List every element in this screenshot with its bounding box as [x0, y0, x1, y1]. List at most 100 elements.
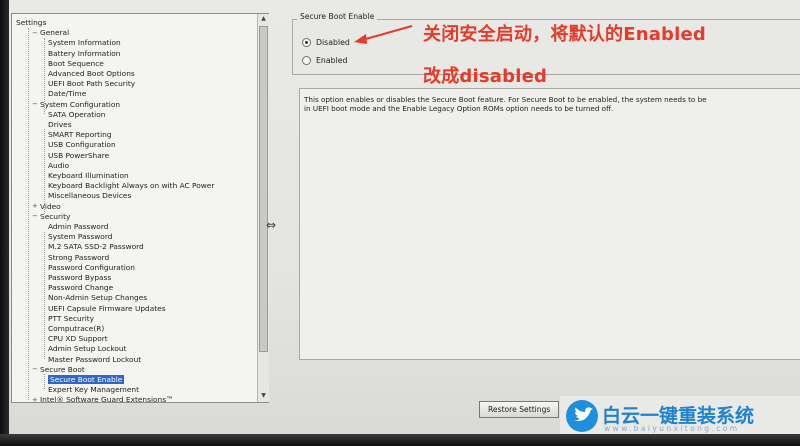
tree-item-label: Keyboard Illumination [48, 171, 129, 180]
tree-item[interactable]: Keyboard Backlight Always on with AC Pow… [48, 181, 214, 191]
scroll-thumb[interactable] [259, 26, 268, 352]
tree-item-label: Keyboard Backlight Always on with AC Pow… [48, 181, 215, 191]
radio-selected-icon[interactable] [302, 37, 311, 47]
tree-item[interactable]: USB PowerShare [48, 151, 109, 161]
annotation-line-1: 关闭安全启动，将默认的Enabled [423, 24, 707, 45]
tree-item[interactable]: Admin Password [48, 222, 108, 232]
tree-item-label: Admin Password [48, 222, 109, 231]
tree-item[interactable]: Password Change [48, 283, 113, 293]
tree-item-label: M.2 SATA SSD-2 Password [48, 242, 144, 252]
tree-item[interactable]: Secure Boot Enable [48, 375, 125, 385]
radio-option-enabled[interactable]: Enabled [302, 54, 348, 66]
description-line: in UEFI boot mode and the Enable Legacy … [304, 104, 614, 113]
tree-item[interactable]: System Configuration [40, 100, 120, 110]
collapse-icon[interactable]: − [32, 99, 38, 109]
watermark-url: www.baiyunxitong.com [604, 424, 740, 433]
tree-item-label: Intel® Software Guard Extensions™ [40, 395, 174, 402]
tree-item[interactable]: Date/Time [48, 89, 86, 99]
collapse-icon[interactable]: − [32, 211, 38, 221]
tree-item[interactable]: Settings [16, 18, 46, 28]
tree-item-label: Strong Password [48, 252, 110, 262]
expand-icon[interactable]: + [32, 395, 38, 402]
tree-item[interactable]: Password Configuration [48, 263, 135, 273]
tree-item[interactable]: Secure Boot [40, 365, 85, 375]
radio-option-disabled[interactable]: Disabled [302, 36, 350, 48]
tree-item-label: Settings [16, 18, 47, 27]
radio-option-label: Enabled [316, 55, 348, 65]
monitor-bezel-bottom [0, 434, 800, 446]
tree-connector-line [44, 232, 45, 359]
scroll-down-arrow-icon[interactable]: ▼ [258, 391, 269, 401]
tree-item-label: USB PowerShare [48, 150, 110, 160]
tree-item-label: Secure Boot Enable [48, 375, 125, 384]
tree-item-label: UEFI Capsule Firmware Updates [48, 303, 166, 313]
tree-item[interactable]: SATA Operation [48, 110, 105, 120]
tree-item-label: Computrace(R) [48, 324, 105, 333]
tree-item[interactable]: System Information [48, 38, 121, 48]
description-line: This option enables or disables the Secu… [304, 95, 707, 104]
tree-item[interactable]: PTT Security [48, 314, 94, 324]
tree-item[interactable]: Battery Information [48, 49, 120, 59]
collapse-icon[interactable]: − [32, 364, 38, 374]
tree-item[interactable]: Computrace(R) [48, 324, 104, 334]
radio-option-label: Disabled [316, 37, 350, 47]
tree-item-label: Drives [48, 120, 72, 129]
monitor-bezel-left [0, 0, 9, 446]
tree-item-label: Password Configuration [48, 262, 135, 272]
tree-item-label: Secure Boot [40, 364, 85, 374]
tree-item[interactable]: Admin Setup Lockout [48, 344, 126, 354]
tree-item[interactable]: Advanced Boot Options [48, 69, 135, 79]
tree-item[interactable]: Drives [48, 120, 72, 130]
tree-item[interactable]: SMART Reporting [48, 130, 112, 140]
annotation-arrow-icon [354, 25, 413, 44]
tree-item-label: Date/Time [48, 89, 87, 99]
scroll-up-arrow-icon[interactable]: ▲ [258, 14, 269, 24]
tree-item-label: Admin Setup Lockout [48, 344, 127, 354]
tree-item-label: Password Change [48, 283, 114, 293]
tree-connector-line [44, 374, 45, 389]
tree-item[interactable]: Password Bypass [48, 273, 111, 283]
radio-unselected-icon[interactable] [302, 55, 311, 65]
tree-item[interactable]: Non-Admin Setup Changes [48, 293, 147, 303]
tree-item-label: Advanced Boot Options [48, 69, 135, 78]
tree-item-label: System Password [48, 232, 113, 242]
tree-connector-line [28, 28, 29, 400]
tree-item[interactable]: UEFI Capsule Firmware Updates [48, 304, 166, 314]
tree-scrollbar[interactable]: ▲ ▼ [257, 14, 269, 402]
tree-item-label: Password Bypass [48, 273, 112, 282]
tree-item[interactable]: System Password [48, 232, 112, 242]
tree-item[interactable]: Master Password Lockout [48, 355, 141, 365]
tree-item[interactable]: CPU XD Support [48, 334, 108, 344]
tree-item[interactable]: USB Configuration [48, 140, 116, 150]
mouse-cursor-icon: ⇔ [266, 218, 277, 232]
tree-item-label: SATA Operation [48, 109, 106, 119]
tree-item[interactable]: UEFI Boot Path Security [48, 79, 135, 89]
tree-item[interactable]: Intel® Software Guard Extensions™ [40, 395, 173, 402]
description-box: This option enables or disables the Secu… [299, 88, 800, 360]
tree-item-label: Battery Information [48, 48, 121, 58]
tree-item[interactable]: Miscellaneous Devices [48, 191, 131, 201]
tree-item-label: Audio [48, 160, 70, 170]
bird-logo-icon [566, 400, 598, 432]
tree-item-label: SMART Reporting [48, 130, 112, 140]
settings-tree: Settings General − System Information Batter… [12, 14, 256, 402]
tree-item[interactable]: Expert Key Management [48, 385, 139, 395]
tree-item[interactable]: Audio [48, 161, 69, 171]
tree-item-label: General [40, 28, 70, 38]
tree-item[interactable]: Boot Sequence [48, 59, 104, 69]
expand-icon[interactable]: + [32, 201, 38, 211]
tree-item-label: Master Password Lockout [48, 354, 142, 364]
tree-item-label: Non-Admin Setup Changes [48, 293, 148, 303]
group-title: Secure Boot Enable [297, 12, 378, 21]
tree-item[interactable]: Keyboard Illumination [48, 171, 129, 181]
tree-connector-line [44, 129, 45, 214]
restore-settings-button[interactable]: Restore Settings [479, 401, 559, 418]
tree-item-label: Boot Sequence [48, 58, 104, 68]
tree-item[interactable]: General [40, 28, 69, 38]
tree-connector-line [44, 38, 45, 114]
collapse-icon[interactable]: − [32, 28, 38, 38]
tree-item-label: Miscellaneous Devices [48, 191, 132, 201]
tree-item[interactable]: Strong Password [48, 253, 109, 263]
tree-item-label: CPU XD Support [48, 334, 108, 344]
tree-item[interactable]: M.2 SATA SSD-2 Password [48, 242, 144, 252]
